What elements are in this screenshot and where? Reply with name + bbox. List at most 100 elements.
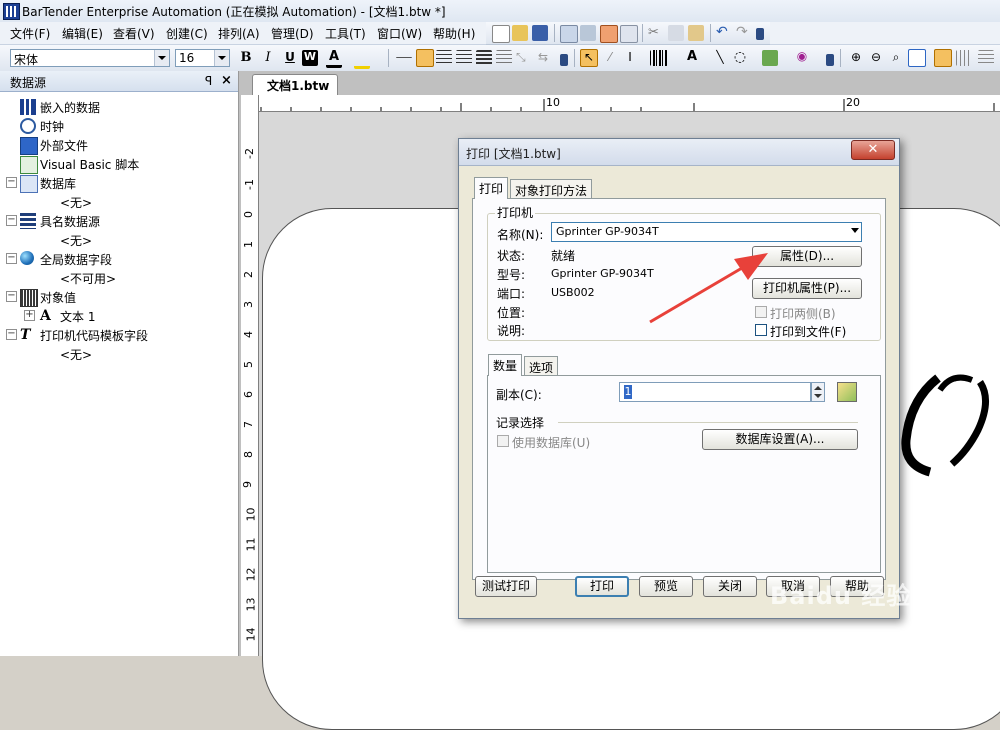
shape-icon[interactable]: ◌: [732, 49, 748, 65]
ruler-label: 3: [242, 301, 255, 308]
duplex-checkbox[interactable]: [755, 306, 767, 318]
close-icon[interactable]: ×: [221, 73, 232, 88]
zoom-in-icon[interactable]: ⊕: [848, 50, 864, 66]
ruler-label: 9: [241, 481, 254, 488]
font-name-combo[interactable]: 宋体: [10, 49, 170, 67]
grid-icon[interactable]: [956, 50, 972, 66]
print-icon[interactable]: [600, 25, 618, 43]
redo-icon[interactable]: ↷: [736, 24, 752, 40]
undo-icon[interactable]: ↶: [716, 24, 732, 40]
paste-icon[interactable]: [688, 25, 704, 41]
comment-label: 说明:: [497, 324, 526, 338]
font-size-combo[interactable]: 16: [175, 49, 230, 67]
tab-document-1[interactable]: 文档1.btw *: [252, 74, 338, 108]
bold-button[interactable]: B: [238, 50, 254, 66]
snap-grid-icon[interactable]: [934, 49, 952, 67]
toolbar-overflow-icon[interactable]: [756, 28, 764, 40]
spin-down-icon[interactable]: [814, 394, 822, 398]
copy-icon[interactable]: [668, 25, 684, 41]
line-icon[interactable]: [396, 57, 412, 59]
properties-button[interactable]: 属性(D)...: [752, 246, 862, 267]
italic-button[interactable]: I: [260, 50, 276, 66]
test-print-button[interactable]: 测试打印: [475, 576, 537, 597]
close-button[interactable]: ✕: [851, 140, 895, 160]
chevron-down-icon[interactable]: [154, 50, 169, 66]
cut-icon[interactable]: ✂: [648, 25, 664, 41]
collapse-toggle[interactable]: −: [6, 215, 17, 226]
tab-quantity[interactable]: 数量: [488, 354, 523, 376]
select-pointer-icon[interactable]: ↖: [580, 49, 598, 67]
toolbar-overflow-icon[interactable]: [560, 54, 568, 66]
text-cursor-icon[interactable]: I: [622, 50, 638, 66]
menu-file[interactable]: 文件(F): [10, 25, 50, 42]
save-icon[interactable]: [532, 25, 548, 41]
kerning-icon[interactable]: ⇆: [538, 50, 554, 66]
datasource-pane-header: 数据源 ꟼ ×: [0, 71, 238, 92]
menu-tools[interactable]: 工具(T): [325, 25, 366, 42]
chevron-down-icon[interactable]: [851, 228, 859, 233]
preview-button[interactable]: 预览: [639, 576, 693, 597]
database-icon: [20, 175, 38, 193]
collapse-toggle[interactable]: −: [6, 177, 17, 188]
magic-wand-icon[interactable]: ⁄: [602, 50, 618, 66]
menu-create[interactable]: 创建(C): [166, 25, 208, 42]
underline-button[interactable]: U: [282, 50, 298, 66]
rfid-icon[interactable]: ◉: [794, 49, 810, 65]
align-left-icon[interactable]: [416, 49, 434, 67]
wordart-button[interactable]: W: [302, 50, 318, 66]
font-color-button[interactable]: A: [326, 49, 342, 68]
close-dialog-button[interactable]: 关闭: [703, 576, 757, 597]
printer-properties-button[interactable]: 打印机属性(P)...: [752, 278, 862, 299]
database-settings-button[interactable]: 数据库设置(A)...: [702, 429, 858, 450]
new-icon[interactable]: [492, 25, 510, 43]
menu-manage[interactable]: 管理(D): [271, 25, 314, 42]
tab-print[interactable]: 打印: [474, 177, 509, 199]
menu-edit[interactable]: 编辑(E): [62, 25, 103, 42]
printer-name-select[interactable]: Gprinter GP-9034T: [551, 222, 862, 242]
use-database-checkbox[interactable]: [497, 435, 509, 447]
zoom-page-icon[interactable]: [908, 49, 926, 67]
copies-spinner[interactable]: [811, 382, 825, 402]
print-button[interactable]: 打印: [575, 576, 629, 597]
tab-options[interactable]: 选项: [524, 356, 559, 376]
line-tool-icon[interactable]: ╲: [712, 50, 728, 66]
collapse-toggle[interactable]: −: [6, 291, 17, 302]
printer-code-none: <无>: [60, 348, 93, 362]
spin-up-icon[interactable]: [814, 386, 822, 390]
tab-object-print-method[interactable]: 对象打印方法: [510, 179, 593, 199]
pin-icon[interactable]: ꟼ: [205, 74, 212, 88]
paragraph-icon[interactable]: [496, 50, 512, 66]
align-right-icon[interactable]: [456, 50, 472, 66]
expand-toggle[interactable]: +: [24, 310, 35, 321]
menu-view[interactable]: 查看(V): [113, 25, 155, 42]
menu-arrange[interactable]: 排列(A): [218, 25, 260, 42]
line-spacing-icon[interactable]: ⤡: [516, 50, 532, 66]
guides-icon[interactable]: [978, 50, 994, 66]
zoom-fit-icon[interactable]: ⌕: [888, 50, 904, 66]
copies-input[interactable]: 1: [619, 382, 811, 402]
toolbar-overflow-icon[interactable]: [826, 54, 834, 66]
database-none: <无>: [60, 196, 93, 210]
page-setup-icon[interactable]: [560, 25, 578, 43]
picture-icon[interactable]: [762, 50, 778, 66]
chevron-down-icon[interactable]: [214, 50, 229, 66]
menu-window[interactable]: 窗口(W): [377, 25, 422, 42]
database-setup-icon[interactable]: [580, 25, 596, 41]
collapse-toggle[interactable]: −: [6, 253, 17, 264]
window-title: BarTender Enterprise Automation (正在模拟 Au…: [22, 5, 446, 19]
format-toolbar: 宋体 16 B I U W A ⤡ ⇆ ↖ ⁄ I A ╲ ◌ ◉ ⊕ ⊖ ⌕: [0, 45, 1000, 72]
horizontal-ruler: 10 20: [258, 95, 1000, 112]
zoom-out-icon[interactable]: ⊖: [868, 50, 884, 66]
collapse-toggle[interactable]: −: [6, 329, 17, 340]
justify-icon[interactable]: [476, 50, 492, 66]
text-a-icon[interactable]: A: [684, 49, 700, 65]
print-preview-icon[interactable]: [620, 25, 638, 43]
open-folder-icon[interactable]: [512, 25, 528, 41]
print-to-file-checkbox[interactable]: [755, 324, 767, 336]
highlight-icon[interactable]: [354, 50, 370, 69]
align-center-icon[interactable]: [436, 50, 452, 66]
copies-options-icon[interactable]: [837, 382, 857, 402]
status-value: 就绪: [551, 249, 576, 263]
barcode-icon[interactable]: [650, 50, 668, 66]
menu-help[interactable]: 帮助(H): [433, 25, 475, 42]
